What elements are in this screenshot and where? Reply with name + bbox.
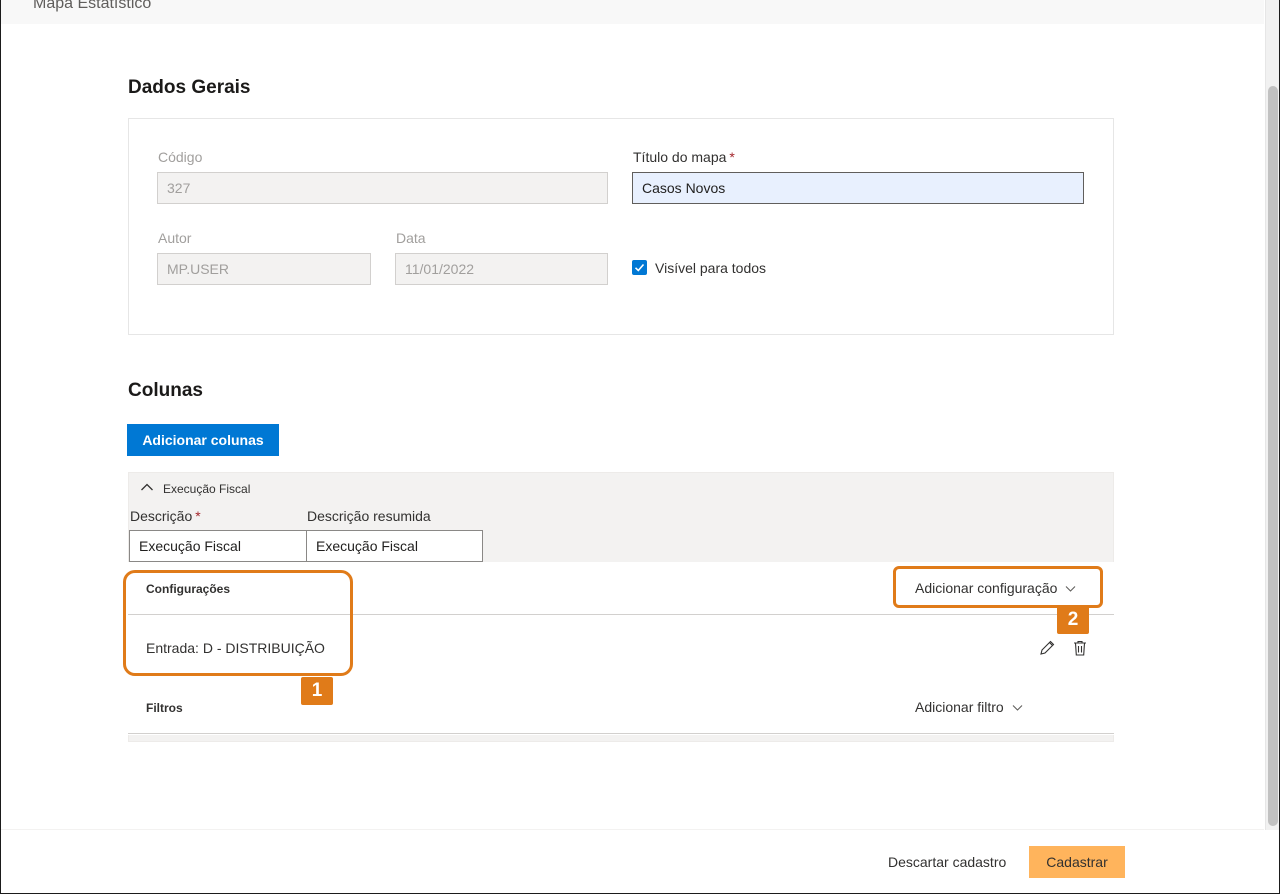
dados-gerais-card [128, 118, 1114, 335]
codigo-field: 327 [157, 172, 608, 204]
scrollbar-thumb[interactable] [1268, 86, 1278, 826]
colunas-title: Colunas [128, 380, 203, 401]
descricao-resumida-field[interactable]: Execução Fiscal [306, 530, 483, 562]
page-title: Mapa Estatístico [33, 0, 152, 12]
visivel-label[interactable]: Visível para todos [655, 260, 766, 276]
add-filter-button[interactable]: Adicionar filtro [915, 699, 1023, 715]
titulo-field[interactable]: Casos Novos [632, 172, 1084, 204]
autor-field: MP.USER [157, 253, 371, 285]
discard-button[interactable]: Descartar cadastro [888, 854, 1006, 870]
vertical-scrollbar[interactable] [1265, 0, 1279, 830]
descricao-resumida-label: Descrição resumida [307, 508, 431, 524]
chevron-down-icon [1012, 705, 1022, 712]
footer-divider [1, 829, 1264, 830]
callout-box-1 [123, 570, 353, 676]
autor-label: Autor [158, 230, 192, 246]
filtros-label: Filtros [146, 701, 183, 715]
top-bar [1, 0, 1264, 24]
add-filter-label: Adicionar filtro [915, 699, 1004, 715]
dados-gerais-title: Dados Gerais [128, 77, 251, 98]
callout-badge-2: 2 [1057, 606, 1089, 634]
required-marker: * [729, 149, 735, 165]
submit-button[interactable]: Cadastrar [1029, 846, 1125, 878]
callout-badge-1: 1 [301, 677, 333, 705]
edit-icon[interactable] [1038, 639, 1056, 657]
descricao-field[interactable]: Execução Fiscal [129, 530, 307, 562]
titulo-label: Título do mapa * [633, 149, 735, 165]
group-name[interactable]: Execução Fiscal [163, 482, 250, 496]
visivel-checkbox[interactable] [632, 260, 647, 275]
checkmark-icon [634, 263, 645, 272]
chevron-up-icon[interactable] [140, 480, 154, 494]
required-marker: * [195, 508, 201, 524]
codigo-label: Código [158, 149, 203, 165]
add-columns-button[interactable]: Adicionar colunas [127, 424, 279, 456]
data-field: 11/01/2022 [395, 253, 608, 285]
descricao-label: Descrição * [130, 508, 201, 524]
divider [128, 733, 1114, 734]
trash-icon[interactable] [1071, 639, 1089, 657]
data-label: Data [396, 230, 426, 246]
callout-box-2 [893, 566, 1103, 608]
